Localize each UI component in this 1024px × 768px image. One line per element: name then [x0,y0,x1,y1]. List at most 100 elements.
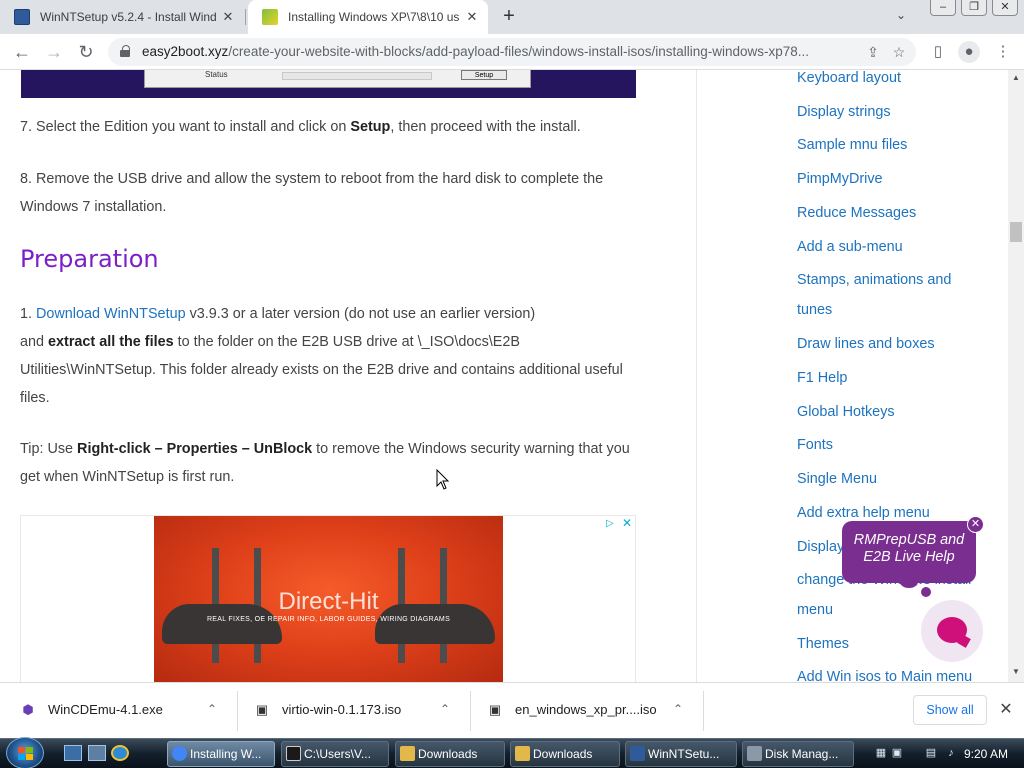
preparation-heading: Preparation [20,245,159,273]
address-bar[interactable]: easy2boot.xyz/create-your-website-with-b… [108,38,916,66]
download-winntsetup-link[interactable]: Download WinNTSetup [36,306,186,322]
page-content: Status Setup 7. Select the Edition you w… [0,70,1008,682]
show-desktop-icon[interactable] [64,745,82,761]
sidebar-link-pimpmydrive[interactable]: PimpMyDrive [797,171,883,187]
close-shelf-icon[interactable]: ✕ [997,699,1015,721]
step-7-post: , then proceed with the install. [390,119,581,135]
tab-close-icon[interactable]: ✕ [464,9,480,25]
tab-close-icon[interactable]: ✕ [220,9,236,25]
prep-and: and [20,334,49,350]
scroll-down-arrow-icon[interactable]: ▼ [1008,664,1024,680]
close-window-button[interactable]: ✕ [992,0,1018,16]
tray-network-icon[interactable]: ▤ [924,746,938,760]
display-icon[interactable]: ▣ [890,746,904,760]
live-help-bubble[interactable]: RMPrepUSB and E2B Live Help [842,521,976,583]
clock[interactable]: 9:20 AM [964,741,1008,767]
windows-taskbar: Installing W... C:\Users\V... Downloads … [0,737,1024,768]
sidebar-link-single-menu[interactable]: Single Menu [797,471,877,487]
tab-title: WinNTSetup v5.2.4 - Install Wind [40,10,216,24]
restore-button[interactable]: ❐ [961,0,987,16]
winntsetup-screenshot-image: Status Setup [21,70,636,98]
volume-muted-icon[interactable]: ♪ [944,746,958,760]
chat-launcher-button[interactable] [921,600,983,662]
tab-installing-windows[interactable]: Installing Windows XP\7\8\10 us ✕ [248,0,488,34]
sidebar-link-display[interactable]: Display [797,539,844,555]
step-7-text: 7. Select the Edition you want to instal… [20,113,635,141]
prep-number: 1. [20,306,36,322]
prep-version-text: v3.9.3 or a later version (do not use an… [185,306,536,322]
sidebar-link-fonts[interactable]: Fonts [797,437,833,453]
kebab-menu-icon[interactable]: ⋮ [992,41,1014,63]
sidebar-link-global-hotkeys[interactable]: Global Hotkeys [797,404,895,420]
taskbar-button[interactable]: Installing W... [167,741,275,767]
taskbar-label: C:\Users\V... [304,747,371,761]
switch-windows-icon[interactable] [88,745,106,761]
download-separator [703,691,704,731]
tab-strip: WinNTSetup v5.2.4 - Install Wind ✕ Insta… [0,0,1024,34]
share-icon[interactable]: ⇪ [864,43,882,61]
browser-toolbar: ← → ↻ easy2boot.xyz/create-your-website-… [0,34,1024,70]
lock-icon[interactable] [120,45,130,57]
url-text[interactable]: easy2boot.xyz/create-your-website-with-b… [142,38,850,66]
taskbar-button[interactable]: Disk Manag... [742,741,854,767]
taskbar-button[interactable]: Downloads [395,741,505,767]
sidebar-link-draw-lines[interactable]: Draw lines and boxes [797,336,935,352]
new-tab-button[interactable]: + [498,5,520,27]
scroll-up-arrow-icon[interactable]: ▲ [1008,70,1024,86]
sidebar-link-reduce-messages[interactable]: Reduce Messages [797,205,916,221]
iso-file-icon: ▣ [488,702,502,717]
step-8-text: 8. Remove the USB drive and allow the sy… [20,171,604,215]
start-button[interactable] [6,737,44,768]
ad-close-icon[interactable]: ✕ [622,517,634,529]
sidebar-link-extra-help-menu[interactable]: Add extra help menu [797,505,930,521]
reload-icon[interactable]: ↻ [74,40,98,64]
network-icon[interactable]: ▦ [874,746,888,760]
ad-image[interactable]: Direct-Hit REAL FIXES, OE REPAIR INFO, L… [154,516,503,682]
star-icon[interactable]: ☆ [890,43,908,61]
side-panel-icon[interactable]: ▯ [927,41,949,63]
chevron-up-icon[interactable]: ⌃ [204,702,220,716]
exe-file-icon: ⬢ [22,702,34,717]
download-item[interactable]: ▣ en_windows_xp_pr....iso ⌃ [467,683,703,739]
taskbar-button[interactable]: C:\Users\V... [281,741,389,767]
step-7-pre: 7. Select the Edition you want to instal… [20,119,351,135]
sidebar-link-add-win-isos[interactable]: Add Win isos to Main menu [797,669,972,682]
winntsetup-favicon-icon [14,9,30,25]
internet-explorer-icon[interactable] [111,745,129,761]
scroll-thumb[interactable] [1010,222,1022,242]
sidebar-link-sample-mnu-files[interactable]: Sample mnu files [797,137,907,153]
forward-icon[interactable]: → [42,40,66,64]
profile-icon[interactable]: ● [958,41,980,63]
back-icon[interactable]: ← [10,40,34,64]
url-host: easy2boot.xyz [142,44,229,59]
show-all-button[interactable]: Show all [913,695,987,725]
download-item[interactable]: ▣ virtio-win-0.1.173.iso ⌃ [234,683,470,739]
adchoices-icon[interactable]: ▷ [606,518,618,530]
download-name: en_windows_xp_pr....iso [515,702,657,717]
vertical-scrollbar[interactable]: ▲ ▼ [1008,70,1024,682]
sidebar-link-f1-help[interactable]: F1 Help [797,370,847,386]
taskbar-label: Downloads [533,747,593,761]
sidebar-link-themes[interactable]: Themes [797,636,849,652]
sidebar-divider [696,70,697,682]
sidebar-link-keyboard-layout[interactable]: Keyboard layout [797,70,901,86]
chevron-up-icon[interactable]: ⌃ [437,702,453,716]
minimize-button[interactable]: – [930,0,956,16]
taskbar-label: Disk Manag... [765,747,839,761]
chevron-up-icon[interactable]: ⌃ [670,702,686,716]
live-help-close-icon[interactable]: ✕ [967,516,984,533]
taskbar-label: Installing W... [190,747,262,761]
download-item[interactable]: ⬢ WinCDEmu-4.1.exe ⌃ [0,683,236,739]
advertisement[interactable]: Direct-Hit REAL FIXES, OE REPAIR INFO, L… [20,515,636,682]
setup-image-button: Setup [461,70,507,80]
tab-search-chevron-icon[interactable]: ⌄ [896,8,906,22]
taskbar-button[interactable]: Downloads [510,741,620,767]
sidebar-link-display-strings[interactable]: Display strings [797,104,891,120]
dialog-image: Status Setup [144,70,531,88]
tab-winntsetup[interactable]: WinNTSetup v5.2.4 - Install Wind ✕ [0,0,244,34]
sidebar-link-stamps-animations[interactable]: Stamps, animations and tunes [797,265,972,325]
sidebar-link-add-sub-menu[interactable]: Add a sub-menu [797,239,903,255]
taskbar-button[interactable]: WinNTSetu... [625,741,737,767]
ad-brand: Direct-Hit [278,588,379,615]
chrome-icon [172,746,187,761]
